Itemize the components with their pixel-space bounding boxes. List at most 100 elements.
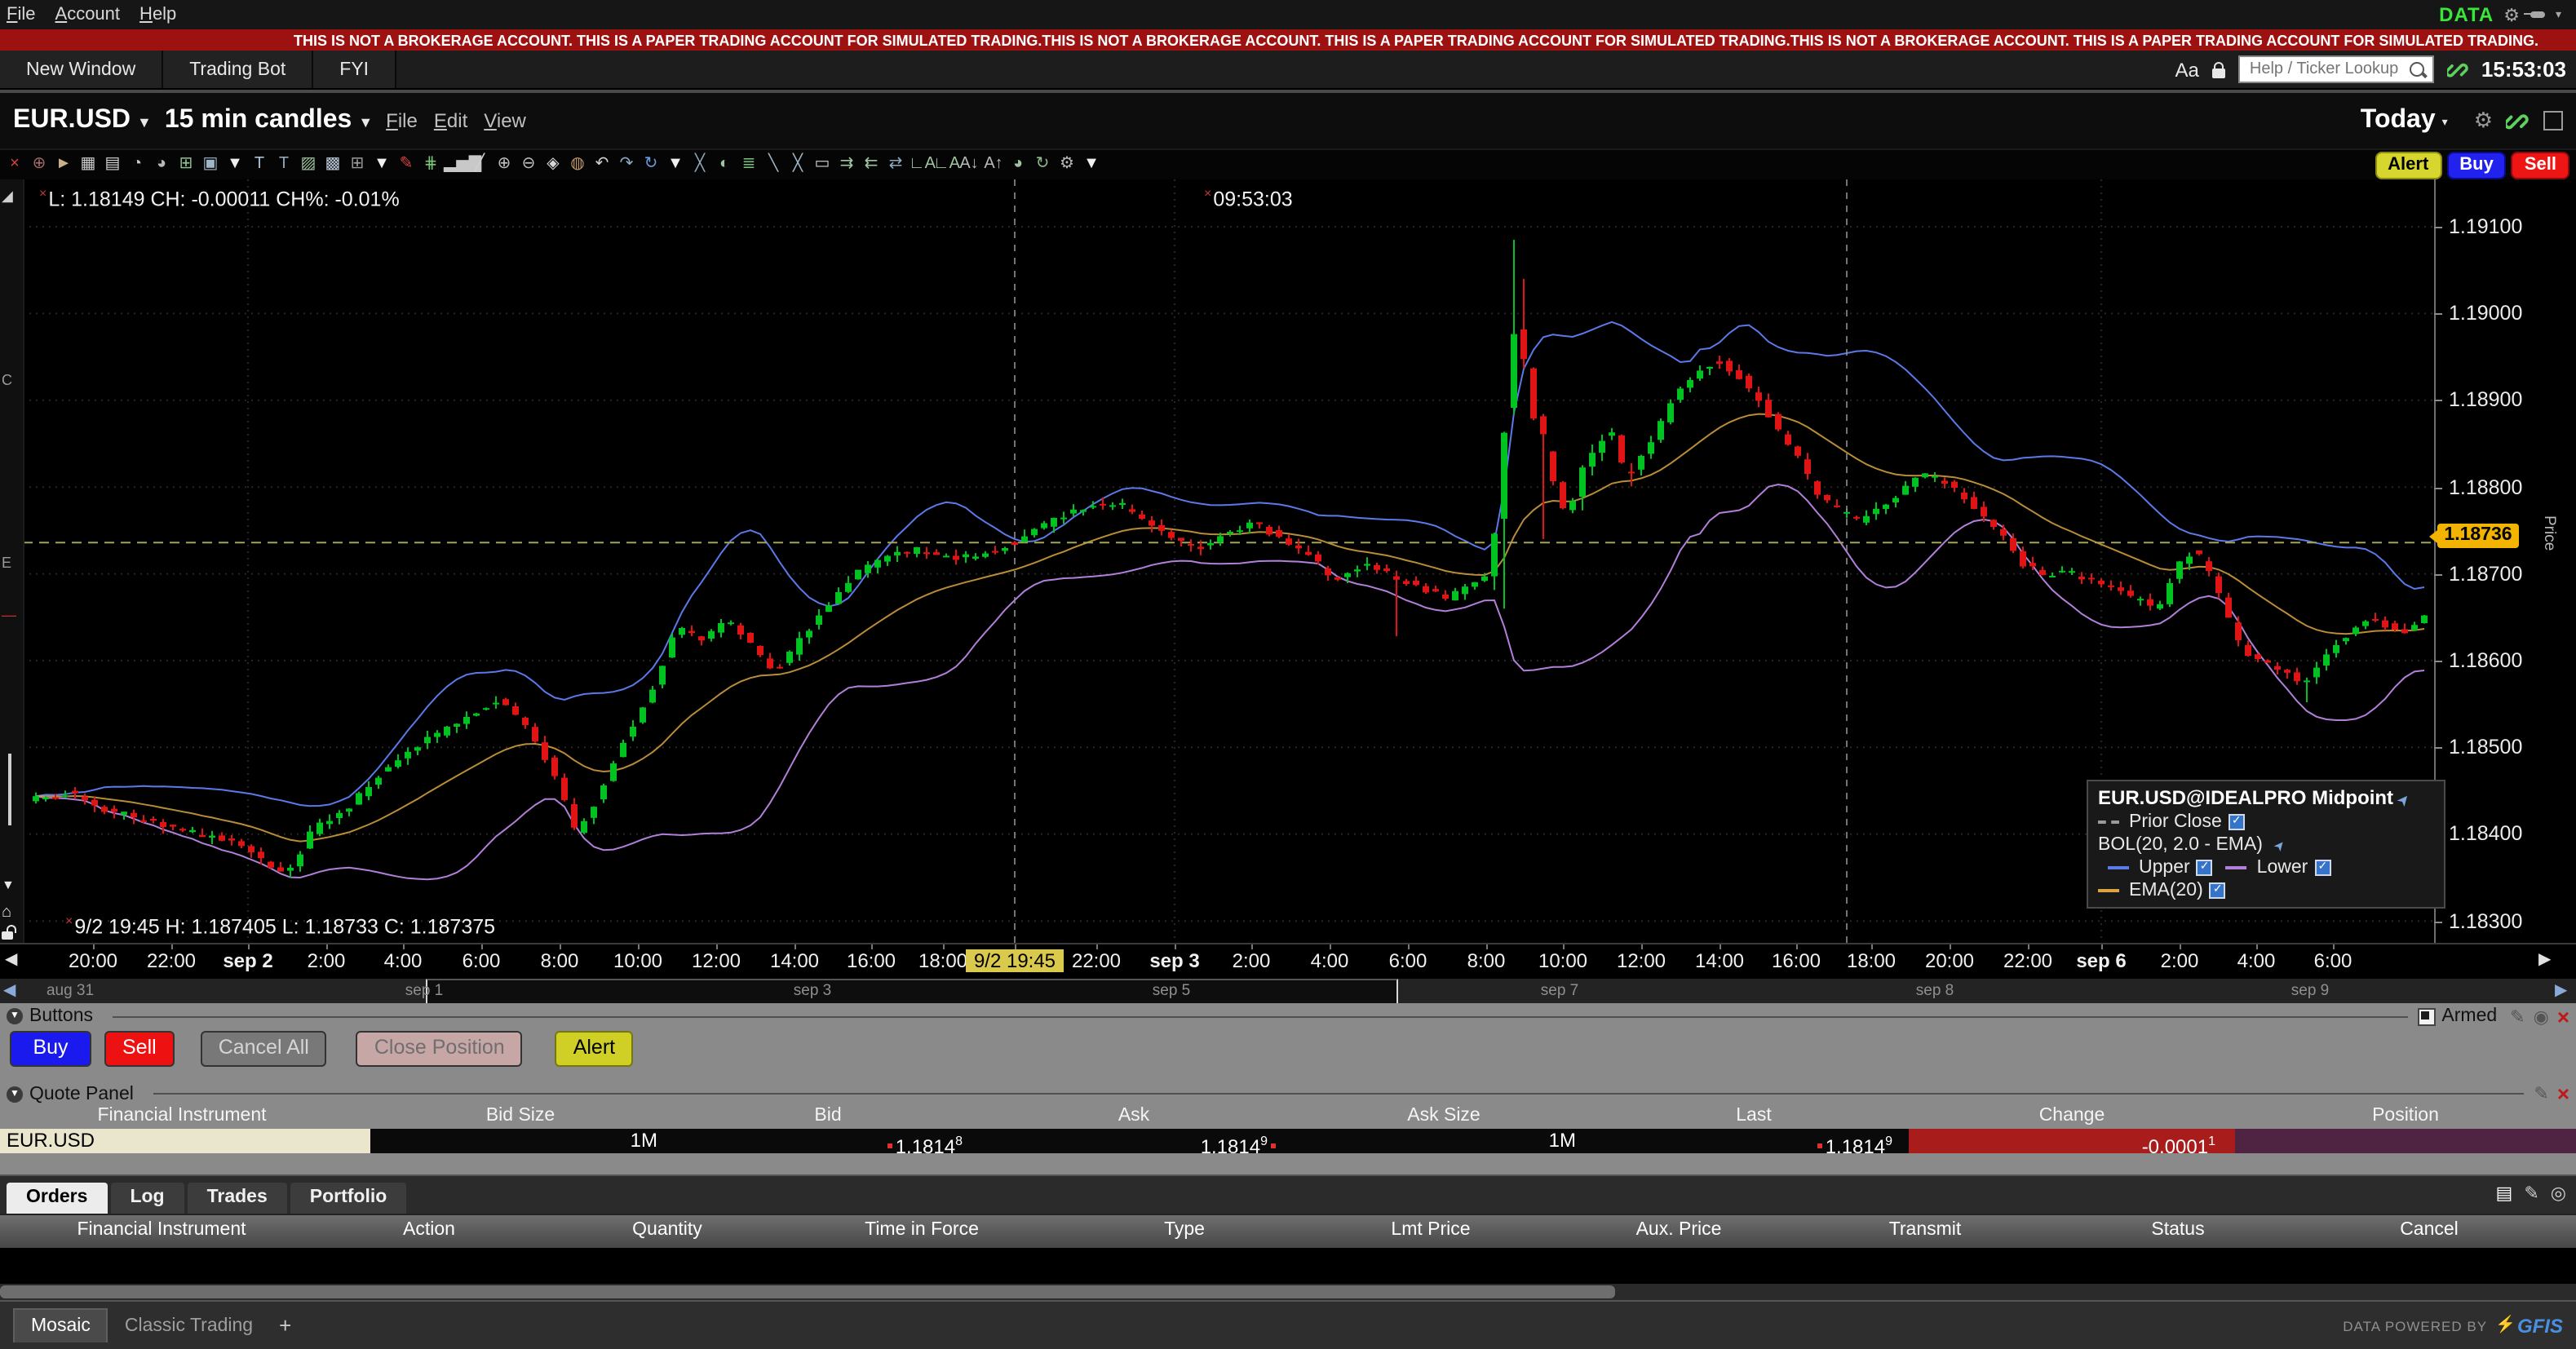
annotate-icon[interactable]: ✎ [2524, 1183, 2538, 1204]
alert-button[interactable]: Alert [555, 1031, 633, 1067]
quote-change[interactable]: -0.00011 [1909, 1129, 2235, 1153]
tab-portfolio[interactable]: Portfolio [290, 1183, 407, 1214]
tb-remove-lines-icon[interactable]: ╳ [688, 152, 711, 178]
annotate-icon[interactable]: ✎ [2510, 1006, 2525, 1027]
orders-col-aux-price[interactable]: Aux. Price [1565, 1220, 1793, 1240]
tb-histogram-icon[interactable]: ▂▅▇ [444, 152, 467, 178]
price-axis[interactable]: 1.191001.190001.189001.188001.187001.186… [2434, 179, 2576, 943]
tb-quad-grid-icon[interactable]: ⊞ [346, 152, 369, 178]
tb-clock-icon[interactable]: ◕ [150, 152, 173, 178]
fullscreen-icon[interactable] [2543, 111, 2563, 130]
upper-band-checkbox[interactable]: ✓ [2197, 860, 2213, 876]
close-panel-icon[interactable]: × [2557, 1004, 2569, 1028]
buy-button[interactable]: Buy [10, 1031, 91, 1067]
notes-page-icon[interactable]: ▤ [2496, 1183, 2513, 1204]
orders-col-transmit[interactable]: Transmit [1811, 1220, 2039, 1240]
orders-col-type[interactable]: Type [1070, 1220, 1299, 1240]
quote-row-eurusd[interactable]: EUR.USD1M1.181481.181491M1.18149-0.00011 [0, 1129, 2576, 1153]
chart-alert-button[interactable]: Alert [2375, 152, 2441, 179]
tb-dropdown-3-icon[interactable]: ▼ [664, 152, 687, 178]
close-quote-panel-icon[interactable]: × [2557, 1081, 2569, 1106]
armed-checkbox[interactable] [2417, 1007, 2435, 1025]
ticker-lookup-input[interactable] [2246, 59, 2410, 80]
orders-col-cancel[interactable]: Cancel [2315, 1220, 2543, 1240]
tab-trades[interactable]: Trades [188, 1183, 287, 1214]
ticker-lookup-box[interactable] [2238, 55, 2434, 83]
chart-menu-edit[interactable]: Edit [434, 109, 467, 132]
time-axis[interactable]: ◀ 20:0022:00sep 22:004:006:008:0010:0012… [0, 943, 2576, 977]
link-icon[interactable] [2447, 59, 2468, 80]
orders-col-time-in-force[interactable]: Time in Force [808, 1220, 1036, 1240]
tb-text-remove-icon[interactable]: T [272, 152, 295, 178]
chevron-down-icon[interactable]: ▾ [2556, 8, 2561, 21]
tb-globe-target-icon[interactable]: ◍ [566, 152, 589, 178]
ema-checkbox[interactable]: ✓ [2210, 882, 2226, 899]
left-scrollbar-thumb[interactable] [8, 754, 11, 825]
timeline-right-arrow-icon[interactable]: ▶ [2555, 982, 2567, 1000]
tb-redo-icon[interactable]: ↷ [615, 152, 638, 178]
time-axis-left-arrow[interactable]: ◀ [5, 951, 17, 969]
candlestick-chart[interactable] [23, 179, 2434, 943]
range-caret-icon[interactable]: ▾ [2442, 116, 2448, 129]
sell-button[interactable]: Sell [104, 1031, 175, 1067]
tb-levels-icon[interactable]: ≣ [737, 152, 760, 178]
tb-text-note-icon[interactable]: T [248, 152, 271, 178]
scrollbar-thumb[interactable] [0, 1285, 1615, 1298]
symbol-selector[interactable]: EUR.USD [13, 106, 131, 135]
tb-chart-study-icon[interactable]: ▨ [297, 152, 320, 178]
tb-dropdown-2-icon[interactable]: ▼ [370, 152, 393, 178]
tb-undo-icon[interactable]: ↶ [591, 152, 613, 178]
lock-icon[interactable] [2212, 68, 2225, 77]
time-axis-right-arrow[interactable]: ▶ [2538, 951, 2551, 969]
tab-mosaic[interactable]: Mosaic [13, 1308, 108, 1342]
quote-col-position[interactable]: Position [2235, 1106, 2576, 1126]
quote-col-financial-instrument[interactable]: Financial Instrument [0, 1106, 364, 1126]
orders-col-action[interactable]: Action [315, 1220, 543, 1240]
tb-printer-icon[interactable]: ▤ [101, 152, 124, 178]
tb-axis-label-1-icon[interactable]: ∟A [909, 152, 932, 178]
tb-zoom-doc-icon[interactable]: ▣ [199, 152, 222, 178]
orders-col-lmt-price[interactable]: Lmt Price [1317, 1220, 1545, 1240]
tab-orders[interactable]: Orders [7, 1183, 107, 1214]
tb-font-up-icon[interactable]: A↑ [982, 152, 1005, 178]
orders-col-quantity[interactable]: Quantity [553, 1220, 781, 1240]
tb-sliders-icon[interactable]: ⋕ [419, 152, 442, 178]
quote-col-ask-size[interactable]: Ask Size [1289, 1106, 1599, 1126]
tb-hand-drag-icon[interactable]: ◈ [542, 152, 564, 178]
chart-menu-file[interactable]: File [386, 109, 418, 132]
tb-eraser-icon[interactable]: ▭ [811, 152, 834, 178]
pin-icon[interactable] [2531, 11, 2546, 17]
add-workspace-button[interactable]: + [279, 1313, 291, 1338]
tb-axis-label-2-icon[interactable]: ∟A [933, 152, 956, 178]
buttons-collapse-icon[interactable]: ▼ [7, 1008, 23, 1024]
cancel-all-button[interactable]: Cancel All [201, 1031, 327, 1067]
orders-col-status[interactable]: Status [2064, 1220, 2292, 1240]
interval-selector[interactable]: 15 min candles [165, 106, 352, 135]
tb-crosshair-icon[interactable]: ⊕ [28, 152, 51, 178]
tb-settings-icon[interactable]: ⚙ [1056, 152, 1078, 178]
gear-icon[interactable]: ⚙ [2503, 4, 2520, 25]
quote-instrument[interactable]: EUR.USD [0, 1129, 370, 1153]
collapse-chevron-icon[interactable]: ▼ [2, 878, 15, 892]
tab-classic-trading[interactable]: Classic Trading [108, 1309, 269, 1342]
chart-link-icon[interactable] [2506, 109, 2529, 132]
quote-col-bid-size[interactable]: Bid Size [364, 1106, 677, 1126]
tb-shift-left-icon[interactable]: ⇇ [860, 152, 883, 178]
quote-last[interactable]: 1.18149 [1599, 1129, 1909, 1153]
chart-settings-gear-icon[interactable]: ⚙ [2474, 108, 2493, 134]
tb-grid-icon[interactable]: ▦ [77, 152, 100, 178]
tb-pointer-icon[interactable]: ► [52, 152, 75, 178]
target-icon[interactable]: ◎ [2551, 1183, 2566, 1204]
quote-ask-size[interactable]: 1M [1289, 1129, 1599, 1153]
orders-horizontal-scrollbar[interactable] [0, 1284, 2576, 1300]
quote-ask[interactable]: 1.18149 [979, 1129, 1289, 1153]
new-window-button[interactable]: New Window [0, 51, 163, 88]
tb-refresh-icon[interactable]: ↻ [1031, 152, 1054, 178]
menu-help[interactable]: Help [139, 5, 176, 24]
tb-palette-add-icon[interactable]: ◐ [713, 152, 736, 178]
menu-file[interactable]: File [7, 5, 36, 24]
close-position-button[interactable]: Close Position [356, 1031, 523, 1067]
home-icon[interactable]: ⌂ [2, 904, 11, 922]
target-icon[interactable]: ◉ [2534, 1006, 2549, 1027]
lower-band-checkbox[interactable]: ✓ [2314, 860, 2330, 876]
